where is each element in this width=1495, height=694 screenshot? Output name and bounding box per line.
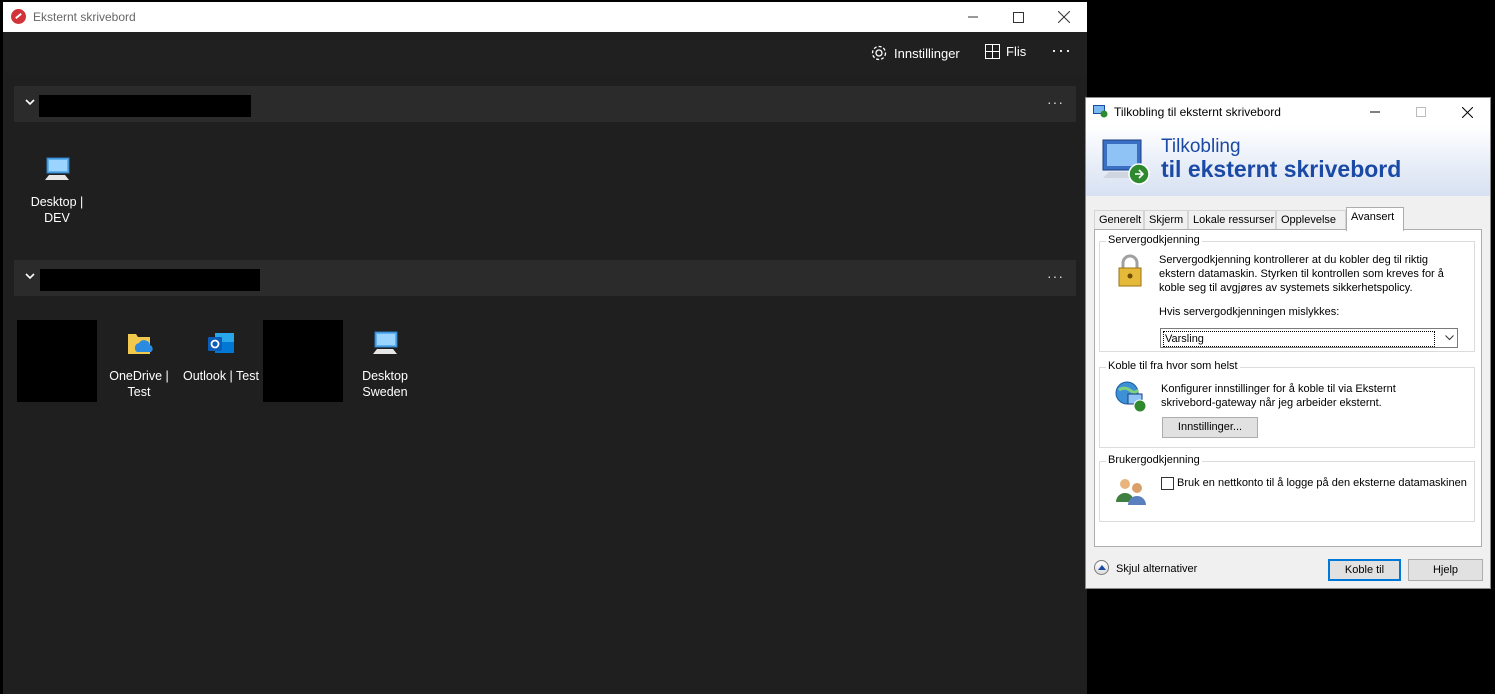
redacted-tile[interactable] bbox=[17, 320, 97, 402]
redacted-group-name bbox=[40, 269, 260, 291]
hide-options-toggle[interactable] bbox=[1094, 560, 1109, 575]
remote-connection-dialog: Tilkobling til eksternt skrivebord Tilko… bbox=[1085, 97, 1491, 589]
onedrive-icon bbox=[128, 334, 153, 354]
remote-desktop-connection-icon bbox=[1093, 105, 1108, 118]
hide-options-label[interactable]: Skjul alternativer bbox=[1116, 563, 1197, 575]
more-options-button[interactable]: ··· bbox=[1051, 40, 1072, 61]
maximize-icon bbox=[1012, 11, 1024, 23]
window-title: Eksternt skrivebord bbox=[33, 10, 136, 24]
user-auth-legend: Brukergodkjenning bbox=[1106, 454, 1202, 466]
tile-outlook-test[interactable]: Outlook | Test bbox=[181, 328, 261, 384]
gear-icon bbox=[871, 45, 887, 61]
redacted-group-name bbox=[39, 95, 251, 117]
tile-label: Desktop Sweden bbox=[362, 369, 408, 399]
group-header[interactable]: ··· bbox=[14, 260, 1076, 296]
tiles-label: Flis bbox=[1006, 44, 1027, 59]
gateway-settings-button[interactable]: Innstillinger... bbox=[1162, 417, 1258, 438]
maximize-icon bbox=[1416, 107, 1426, 117]
dialog-title-bar[interactable]: Tilkobling til eksternt skrivebord bbox=[1086, 98, 1490, 126]
dropdown-label: Hvis servergodkjenningen mislykkes: bbox=[1159, 306, 1340, 318]
tile-onedrive-test[interactable]: OneDrive | Test bbox=[99, 328, 179, 400]
desktop-icon bbox=[373, 331, 398, 354]
users-icon bbox=[1116, 479, 1146, 505]
close-button[interactable] bbox=[1041, 2, 1087, 32]
connect-anywhere-description: Konfigurer innstillinger for å koble til… bbox=[1161, 383, 1396, 409]
settings-label: Innstillinger bbox=[894, 45, 960, 61]
dialog-maximize-button bbox=[1398, 98, 1444, 126]
dialog-close-button[interactable] bbox=[1444, 98, 1490, 126]
connect-anywhere-legend: Koble til fra hvor som helst bbox=[1106, 360, 1240, 372]
toolbar: Innstillinger Flis ··· bbox=[3, 32, 1087, 74]
outlook-icon bbox=[208, 333, 234, 353]
lock-icon bbox=[1118, 254, 1142, 287]
title-bar[interactable]: Eksternt skrivebord bbox=[3, 2, 1087, 32]
tile-desktop-dev[interactable]: Desktop | DEV bbox=[17, 154, 97, 226]
tile-desktop-sweden[interactable]: Desktop Sweden bbox=[345, 328, 425, 400]
minimize-button[interactable] bbox=[950, 2, 996, 32]
chevron-down-icon bbox=[25, 273, 35, 280]
remote-desktop-window: Eksternt skrivebord Innstillinger Flis ·… bbox=[3, 2, 1087, 694]
chevron-down-icon bbox=[1445, 335, 1454, 341]
use-web-account-checkbox[interactable] bbox=[1161, 477, 1174, 490]
server-auth-dropdown[interactable]: Varsling bbox=[1160, 328, 1458, 348]
connect-button[interactable]: Koble til bbox=[1328, 559, 1401, 581]
dialog-title: Tilkobling til eksternt skrivebord bbox=[1114, 105, 1281, 119]
dialog-banner: Tilkobling til eksternt skrivebord bbox=[1086, 126, 1490, 196]
close-icon bbox=[1058, 11, 1070, 23]
desktop-icon bbox=[45, 157, 70, 180]
maximize-button[interactable] bbox=[995, 2, 1041, 32]
checkbox-label[interactable]: Bruk en nettkonto til å logge på den eks… bbox=[1177, 476, 1467, 490]
banner-line1: Tilkobling bbox=[1161, 136, 1241, 157]
server-auth-description: Servergodkjenning kontrollerer at du kob… bbox=[1159, 254, 1444, 294]
tile-label: Desktop | DEV bbox=[30, 195, 84, 225]
minimize-icon bbox=[1370, 111, 1380, 113]
dropdown-value: Varsling bbox=[1163, 331, 1435, 347]
redacted-tile[interactable] bbox=[263, 320, 343, 402]
tiles-icon bbox=[985, 44, 1000, 59]
help-button[interactable]: Hjelp bbox=[1408, 559, 1483, 581]
group-more-button[interactable]: ··· bbox=[1047, 268, 1064, 284]
dialog-minimize-button[interactable] bbox=[1352, 98, 1398, 126]
tab-generelt[interactable]: Generelt bbox=[1094, 210, 1144, 229]
remote-computer-icon bbox=[1102, 139, 1150, 185]
tab-avansert[interactable]: Avansert bbox=[1346, 207, 1404, 231]
advanced-tab-panel: Servergodkjenning Servergodkjenning kont… bbox=[1094, 229, 1482, 547]
banner-line2: til eksternt skrivebord bbox=[1161, 156, 1402, 182]
group-header[interactable]: ··· bbox=[14, 86, 1076, 122]
tab-skjerm[interactable]: Skjerm bbox=[1144, 210, 1188, 229]
tiles-view-button[interactable]: Flis bbox=[985, 44, 1026, 59]
server-auth-group: Servergodkjenning Servergodkjenning kont… bbox=[1099, 234, 1475, 352]
group-more-button[interactable]: ··· bbox=[1047, 94, 1064, 110]
chevron-down-icon bbox=[25, 99, 35, 106]
minimize-icon bbox=[968, 16, 978, 18]
user-auth-group: Brukergodkjenning Bruk en nettkonto til … bbox=[1099, 454, 1475, 522]
server-auth-legend: Servergodkjenning bbox=[1106, 234, 1202, 246]
close-icon bbox=[1461, 106, 1473, 118]
gateway-globe-icon bbox=[1115, 381, 1147, 413]
remote-desktop-app-icon bbox=[11, 9, 26, 24]
settings-button[interactable]: Innstillinger bbox=[870, 44, 960, 62]
tab-opplevelse[interactable]: Opplevelse bbox=[1276, 210, 1346, 229]
connect-anywhere-group: Koble til fra hvor som helst Konfigurer … bbox=[1099, 360, 1475, 448]
tile-label: OneDrive | Test bbox=[109, 369, 169, 399]
tile-label: Outlook | Test bbox=[183, 369, 259, 383]
tab-lokale-ressurser[interactable]: Lokale ressurser bbox=[1188, 210, 1276, 229]
workspace-area: ··· Desktop | DEV ··· OneDrive | Test Ou… bbox=[3, 74, 1087, 694]
